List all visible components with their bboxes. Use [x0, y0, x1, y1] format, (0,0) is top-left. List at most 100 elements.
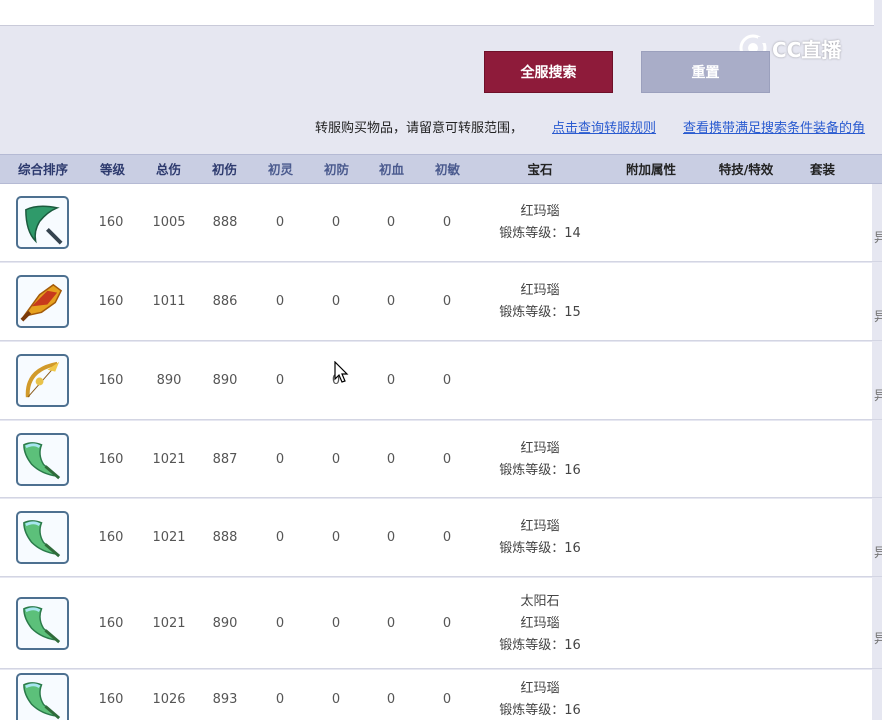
gem-cell: 红玛瑙 锻炼等级：16 [470, 438, 610, 482]
refine-level-text: 锻炼等级：14 [499, 226, 581, 241]
notice-bar: 转服购买物品，请留意可转服范围， 点击查询转服规则 查看携带满足搜索条件装备的角 [0, 117, 882, 137]
gem-name-text: 红玛瑙 [520, 204, 560, 219]
level-cell: 160 [98, 692, 124, 707]
jade-blade-icon[interactable] [16, 511, 69, 564]
total-damage-cell: 1005 [152, 215, 186, 230]
level-cell: 160 [98, 373, 124, 388]
header-sort[interactable]: 综合排序 [4, 155, 82, 185]
gem-name-text: 红玛瑙 [520, 616, 560, 631]
gem-name-text: 红玛瑙 [520, 681, 560, 696]
header-total-damage[interactable]: 总伤 [141, 155, 196, 185]
level-cell: 160 [98, 452, 124, 467]
green-blade-icon[interactable] [16, 196, 69, 249]
total-damage-cell: 1021 [152, 530, 186, 545]
base-ling-cell: 0 [275, 616, 285, 631]
base-ling-cell: 0 [275, 373, 285, 388]
refine-level-text: 锻炼等级：16 [499, 703, 581, 718]
base-damage-cell: 888 [212, 530, 238, 545]
base-defense-cell: 0 [331, 692, 341, 707]
total-damage-cell: 890 [156, 373, 182, 388]
header-special: 特技/特效 [718, 162, 774, 177]
base-damage-cell: 890 [212, 373, 238, 388]
level-cell: 160 [98, 294, 124, 309]
truncated-set-text: 异 [874, 310, 882, 325]
rules-link[interactable]: 点击查询转服规则 [552, 117, 656, 136]
header-base-damage[interactable]: 初伤 [197, 155, 252, 185]
base-damage-cell: 893 [212, 692, 238, 707]
jade-blade-icon[interactable] [16, 673, 69, 720]
table-row[interactable]: 160 1005 888 0 0 0 0 红玛瑙 锻炼等级：14 异 [0, 184, 882, 262]
level-cell: 160 [98, 616, 124, 631]
base-hp-cell: 0 [386, 452, 396, 467]
table-row[interactable]: 160 890 890 0 0 0 0 异 [0, 342, 882, 420]
table-row[interactable]: 160 1021 888 0 0 0 0 红玛瑙 锻炼等级：16 异 [0, 499, 882, 577]
header-base-hp[interactable]: 初血 [364, 155, 419, 185]
base-hp-cell: 0 [386, 373, 396, 388]
base-hp-cell: 0 [386, 294, 396, 309]
header-base-defense[interactable]: 初防 [309, 155, 364, 185]
level-cell: 160 [98, 215, 124, 230]
base-defense-cell: 0 [331, 215, 341, 230]
header-level[interactable]: 等级 [85, 155, 140, 185]
row-scroll-edge [872, 342, 882, 419]
truncated-set-text: 异 [874, 389, 882, 404]
base-agility-cell: 0 [442, 692, 452, 707]
row-scroll-edge [872, 578, 882, 668]
gem-name-text: 红玛瑙 [520, 283, 560, 298]
row-scroll-edge [872, 263, 882, 340]
total-damage-cell: 1021 [152, 452, 186, 467]
jade-blade-icon[interactable] [16, 597, 69, 650]
gem-cell: 红玛瑙锻炼等级：14 [470, 201, 610, 245]
refine-level-text: 锻炼等级：15 [499, 305, 581, 320]
truncated-set-text: 异 [874, 632, 882, 647]
base-ling-cell: 0 [275, 692, 285, 707]
row-scroll-edge [872, 184, 882, 261]
truncated-set-text: 异 [874, 231, 882, 246]
row-scroll-edge [872, 670, 882, 720]
top-panel [0, 0, 882, 26]
table-row[interactable]: 160 1011 886 0 0 0 0 红玛瑙 锻炼等级：15 异 [0, 263, 882, 341]
base-hp-cell: 0 [386, 692, 396, 707]
header-extra-attr: 附加属性 [625, 162, 676, 177]
base-damage-cell: 887 [212, 452, 238, 467]
base-defense-cell: 0 [331, 452, 341, 467]
total-damage-cell: 1021 [152, 616, 186, 631]
gem-cell: 红玛瑙锻炼等级：15 [470, 280, 610, 324]
base-ling-cell: 0 [275, 452, 285, 467]
gem-name-text: 太阳石 [520, 594, 560, 609]
header-base-ling[interactable]: 初灵 [253, 155, 308, 185]
reset-button[interactable]: 重置 [641, 51, 770, 93]
base-hp-cell: 0 [386, 530, 396, 545]
refine-level-text: 锻炼等级：16 [499, 541, 581, 556]
server-search-button[interactable]: 全服搜索 [484, 51, 613, 93]
golden-bow-icon[interactable] [16, 354, 69, 407]
base-defense-cell: 0 [331, 530, 341, 545]
total-damage-cell: 1026 [152, 692, 186, 707]
equip-link[interactable]: 查看携带满足搜索条件装备的角 [683, 117, 865, 136]
jade-blade-icon[interactable] [16, 433, 69, 486]
table-row[interactable]: 160 1021 890 0 0 0 0 太阳石 红玛瑙 锻炼等级：16 异 [0, 578, 882, 669]
total-damage-cell: 1011 [152, 294, 186, 309]
watermark-text: CC直播 [772, 37, 842, 62]
table-row[interactable]: 160 1021 887 0 0 0 0 红玛瑙 锻炼等级：16 [0, 421, 882, 498]
gem-cell: 红玛瑙 锻炼等级：16 [470, 516, 610, 560]
base-hp-cell: 0 [386, 215, 396, 230]
base-defense-cell: 0 [331, 294, 341, 309]
refine-level-text: 锻炼等级：16 [499, 463, 581, 478]
top-panel-edge [874, 0, 882, 26]
gem-cell: 太阳石红玛瑙锻炼等级：16 [470, 591, 610, 657]
refine-level-text: 锻炼等级：16 [499, 638, 581, 653]
level-cell: 160 [98, 530, 124, 545]
base-damage-cell: 886 [212, 294, 238, 309]
golden-dragon-blade-icon[interactable] [16, 275, 69, 328]
base-damage-cell: 890 [212, 616, 238, 631]
base-hp-cell: 0 [386, 616, 396, 631]
table-row[interactable]: 160 1026 893 0 0 0 0 红玛瑙锻炼等级：16 [0, 670, 882, 720]
header-base-agility[interactable]: 初敏 [420, 155, 475, 185]
base-agility-cell: 0 [442, 373, 452, 388]
base-damage-cell: 888 [212, 215, 238, 230]
base-ling-cell: 0 [275, 530, 285, 545]
base-ling-cell: 0 [275, 294, 285, 309]
gem-cell: 红玛瑙锻炼等级：16 [470, 678, 610, 720]
header-gems: 宝石 [527, 162, 553, 177]
